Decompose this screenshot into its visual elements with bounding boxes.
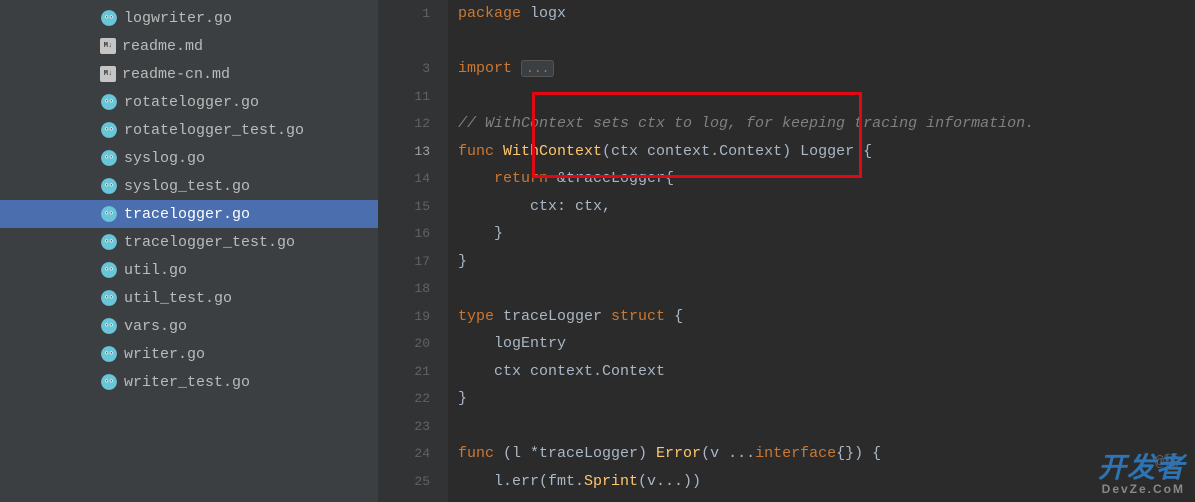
file-item-readme-md[interactable]: M↓ readme.md xyxy=(0,32,378,60)
code-line[interactable]: } xyxy=(458,220,1195,248)
file-item-rotatelogger_test-go[interactable]: rotatelogger_test.go xyxy=(0,116,378,144)
go-file-icon xyxy=(100,121,118,139)
go-file-icon xyxy=(100,149,118,167)
go-file-icon xyxy=(100,289,118,307)
go-file-icon xyxy=(100,261,118,279)
go-file-icon xyxy=(100,177,118,195)
code-line[interactable]: l.err(fmt.Sprint(v...)) xyxy=(458,468,1195,496)
line-number: 20 xyxy=(378,330,430,358)
line-number: 11 xyxy=(378,83,430,111)
fold-placeholder[interactable]: ... xyxy=(521,60,554,77)
line-number: 23 xyxy=(378,413,430,441)
code-line[interactable]: func WithContext(ctx context.Context) Lo… xyxy=(458,138,1195,166)
code-line[interactable] xyxy=(458,275,1195,303)
annotation-text: @稀 xyxy=(1155,449,1179,477)
file-name: tracelogger_test.go xyxy=(124,234,295,251)
code-line[interactable] xyxy=(458,83,1195,111)
line-number: 3 xyxy=(378,55,430,83)
file-name: syslog.go xyxy=(124,150,205,167)
line-number: 24 xyxy=(378,440,430,468)
line-number: 13 xyxy=(378,138,430,166)
go-file-icon xyxy=(100,93,118,111)
code-line[interactable]: } xyxy=(458,385,1195,413)
file-name: logwriter.go xyxy=(124,10,232,27)
file-name: rotatelogger.go xyxy=(124,94,259,111)
go-file-icon xyxy=(100,345,118,363)
go-file-icon xyxy=(100,9,118,27)
markdown-file-icon: M↓ xyxy=(100,66,116,82)
code-line[interactable] xyxy=(458,413,1195,441)
code-line[interactable]: } xyxy=(458,248,1195,276)
line-number: 22 xyxy=(378,385,430,413)
line-number xyxy=(378,28,430,56)
line-number: 12 xyxy=(378,110,430,138)
go-file-icon xyxy=(100,373,118,391)
file-name: readme-cn.md xyxy=(122,66,230,83)
file-item-util-go[interactable]: util.go xyxy=(0,256,378,284)
line-number: 14 xyxy=(378,165,430,193)
code-line[interactable] xyxy=(458,28,1195,56)
line-number: 25 xyxy=(378,468,430,496)
code-line[interactable]: ctx: ctx, xyxy=(458,193,1195,221)
file-name: vars.go xyxy=(124,318,187,335)
file-item-syslog_test-go[interactable]: syslog_test.go xyxy=(0,172,378,200)
code-line[interactable]: return &traceLogger{ xyxy=(458,165,1195,193)
code-line[interactable]: package logx xyxy=(458,0,1195,28)
code-line[interactable]: import ... xyxy=(458,55,1195,83)
file-item-writer-go[interactable]: writer.go xyxy=(0,340,378,368)
file-name: util_test.go xyxy=(124,290,232,307)
code-line[interactable]: func (l *traceLogger) Error(v ...interfa… xyxy=(458,440,1195,468)
go-file-icon xyxy=(100,317,118,335)
file-name: syslog_test.go xyxy=(124,178,250,195)
file-item-logwriter-go[interactable]: logwriter.go xyxy=(0,4,378,32)
file-item-readme-cn-md[interactable]: M↓ readme-cn.md xyxy=(0,60,378,88)
line-number: 21 xyxy=(378,358,430,386)
file-name: writer_test.go xyxy=(124,374,250,391)
line-number: 18 xyxy=(378,275,430,303)
file-item-util_test-go[interactable]: util_test.go xyxy=(0,284,378,312)
line-number: 1 xyxy=(378,0,430,28)
code-line[interactable]: // WithContext sets ctx to log, for keep… xyxy=(458,110,1195,138)
line-number: 16 xyxy=(378,220,430,248)
file-item-syslog-go[interactable]: syslog.go xyxy=(0,144,378,172)
file-item-tracelogger-go[interactable]: tracelogger.go xyxy=(0,200,378,228)
project-file-tree[interactable]: logwriter.go M↓ readme.md M↓ readme-cn.md rot… xyxy=(0,0,378,502)
file-name: readme.md xyxy=(122,38,203,55)
file-name: tracelogger.go xyxy=(124,206,250,223)
code-line[interactable]: logEntry xyxy=(458,330,1195,358)
file-item-vars-go[interactable]: vars.go xyxy=(0,312,378,340)
line-number-gutter: 13111213141516171819202122232425 xyxy=(378,0,448,502)
code-line[interactable]: ctx context.Context xyxy=(458,358,1195,386)
go-file-icon xyxy=(100,233,118,251)
file-item-rotatelogger-go[interactable]: rotatelogger.go xyxy=(0,88,378,116)
line-number: 15 xyxy=(378,193,430,221)
file-item-writer_test-go[interactable]: writer_test.go xyxy=(0,368,378,396)
code-editor[interactable]: 13111213141516171819202122232425 package… xyxy=(378,0,1195,502)
code-content-area[interactable]: package logx import ... // WithContext set… xyxy=(448,0,1195,502)
file-item-tracelogger_test-go[interactable]: tracelogger_test.go xyxy=(0,228,378,256)
markdown-file-icon: M↓ xyxy=(100,38,116,54)
go-file-icon xyxy=(100,205,118,223)
file-name: rotatelogger_test.go xyxy=(124,122,304,139)
line-number: 17 xyxy=(378,248,430,276)
file-name: writer.go xyxy=(124,346,205,363)
code-line[interactable]: type traceLogger struct { xyxy=(458,303,1195,331)
file-name: util.go xyxy=(124,262,187,279)
line-number: 19 xyxy=(378,303,430,331)
